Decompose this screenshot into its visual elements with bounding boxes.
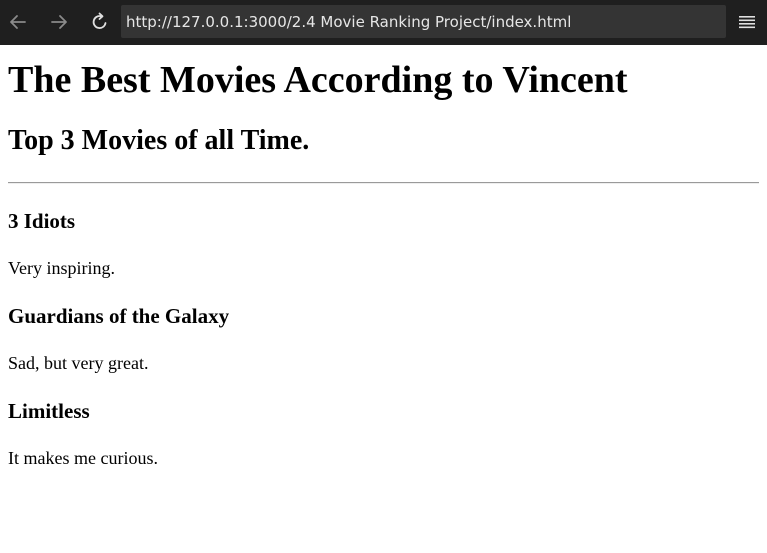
arrow-left-icon (10, 15, 26, 29)
movie-description-limitless: It makes me curious. (8, 448, 158, 468)
arrow-right-icon (51, 15, 67, 29)
address-bar-url[interactable]: http://127.0.0.1:3000/2.4 Movie Ranking … (126, 13, 726, 31)
forward-button[interactable] (45, 8, 73, 36)
divider (8, 182, 759, 184)
page-subtitle: Top 3 Movies of all Time. (8, 125, 310, 156)
address-bar[interactable]: http://127.0.0.1:3000/2.4 Movie Ranking … (121, 5, 726, 38)
hamburger-menu-icon (739, 16, 755, 29)
page-title: The Best Movies According to Vincent (8, 59, 628, 101)
movie-title-guardians-of-the-galaxy: Guardians of the Galaxy (8, 304, 230, 328)
movie-description-guardians-of-the-galaxy: Sad, but very great. (8, 353, 149, 373)
menu-button[interactable] (735, 9, 759, 35)
movie-title-limitless: Limitless (8, 399, 90, 423)
reload-icon (92, 12, 107, 29)
movie-title-3-idiots: 3 Idiots (8, 209, 76, 233)
movie-description-3-idiots: Very inspiring. (8, 258, 115, 278)
back-button[interactable] (4, 8, 32, 36)
browser-toolbar: http://127.0.0.1:3000/2.4 Movie Ranking … (0, 0, 767, 45)
page-content: The Best Movies According to Vincent Top… (0, 45, 767, 553)
reload-button[interactable] (86, 8, 114, 36)
